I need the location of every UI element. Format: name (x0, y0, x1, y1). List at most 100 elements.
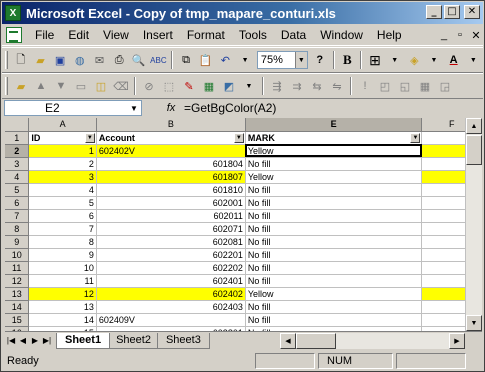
cell-id[interactable]: 2 (28, 157, 97, 171)
cell-id[interactable]: 10 (28, 261, 97, 275)
cell-id[interactable]: 5 (28, 196, 97, 210)
cell-id[interactable]: 9 (28, 248, 97, 262)
show-comment-icon[interactable]: ▭ (72, 77, 90, 95)
email-icon[interactable]: ✉ (91, 51, 109, 69)
insert-function-icon[interactable]: fx (160, 102, 182, 114)
cell-mark[interactable]: No fill (245, 157, 423, 171)
cell-account[interactable]: 602403 (96, 300, 246, 314)
cell-account[interactable]: 602202 (96, 261, 246, 275)
cell-mark[interactable]: No fill (245, 235, 423, 249)
cell-mark[interactable]: Yellow (245, 287, 423, 301)
cell-id[interactable]: 8 (28, 235, 97, 249)
bold-icon[interactable]: B (339, 51, 357, 69)
row-header[interactable]: 10 (5, 248, 30, 262)
menu-view[interactable]: View (96, 26, 136, 45)
cell-account[interactable]: 602402V (96, 144, 246, 158)
scroll-right-icon[interactable]: ▶ (449, 333, 465, 349)
autofilter-dropdown-icon[interactable]: ▼ (233, 132, 244, 143)
previous-sheet-icon[interactable]: ◀ (17, 334, 29, 348)
cell-mark[interactable]: No fill (245, 300, 423, 314)
row-header[interactable]: 12 (5, 274, 30, 288)
cell-account[interactable]: 602071 (96, 222, 246, 236)
cell-account[interactable]: 602001 (96, 196, 246, 210)
next-comment-icon[interactable]: ▼ (52, 77, 70, 95)
cell-mark[interactable]: Yellow (245, 170, 423, 184)
undo-icon[interactable]: ↶ (217, 51, 235, 69)
row-header[interactable]: 4 (5, 170, 30, 184)
row-header[interactable]: 15 (5, 313, 30, 327)
spelling-icon[interactable]: ABC (150, 51, 168, 69)
next-sheet-icon[interactable]: ▶ (29, 334, 41, 348)
autofilter-dropdown-icon[interactable]: ▼ (84, 132, 95, 143)
name-box[interactable]: E2 ▼ (4, 100, 142, 116)
vertical-scrollbar[interactable]: ▲ ▼ (465, 118, 482, 331)
row-header[interactable]: 3 (5, 157, 30, 171)
circle-invalid-icon[interactable]: ▦ (416, 77, 434, 95)
cell-id[interactable]: 11 (28, 274, 97, 288)
title-bar[interactable]: X Microsoft Excel - Copy of tmp_mapare_c… (2, 2, 483, 24)
track-changes-icon[interactable]: ⊘ (140, 77, 158, 95)
sheet-tab-sheet3[interactable]: Sheet3 (156, 332, 210, 349)
horizontal-scrollbar[interactable]: ◀ ▶ (280, 333, 465, 349)
row-header[interactable]: 14 (5, 300, 30, 314)
vertical-scroll-thumb[interactable] (466, 135, 482, 165)
row-header[interactable]: 6 (5, 196, 30, 210)
remove-arrows-icon[interactable]: ⇋ (328, 77, 346, 95)
font-color-icon[interactable]: A (445, 51, 463, 69)
end-review-icon[interactable]: ◩ (220, 77, 238, 95)
row-header[interactable]: 1 (5, 131, 30, 145)
cell-id[interactable]: 6 (28, 209, 97, 223)
cell-account[interactable]: 602401 (96, 274, 246, 288)
cell-mark[interactable]: No fill (245, 248, 423, 262)
cell-account[interactable]: 602402 (96, 287, 246, 301)
column-header-e[interactable]: E (245, 118, 423, 132)
cell-mark[interactable]: No fill (245, 209, 423, 223)
fill-dropdown-icon[interactable]: ▼ (425, 51, 443, 69)
cell-account[interactable]: 601804 (96, 157, 246, 171)
column-header-a[interactable]: A (28, 118, 97, 132)
formula-audit-icon[interactable]: ⇶ (268, 77, 286, 95)
cell-mark[interactable]: No fill (245, 274, 423, 288)
workbook-close-button[interactable]: ✕ (471, 29, 481, 42)
cell-account[interactable]: 601810 (96, 183, 246, 197)
row-header[interactable]: 8 (5, 222, 30, 236)
first-sheet-icon[interactable]: |◀ (5, 334, 17, 348)
cell-id[interactable]: 4 (28, 183, 97, 197)
menu-data[interactable]: Data (274, 26, 313, 45)
watch-window-icon[interactable]: ◰ (376, 77, 394, 95)
menu-edit[interactable]: Edit (61, 26, 96, 45)
sheet-tab-sheet1[interactable]: Sheet1 (56, 332, 111, 349)
row-header[interactable]: 2 (5, 144, 30, 158)
cell-account[interactable]: 602081 (96, 235, 246, 249)
dropdown-arrow-icon[interactable]: ▼ (236, 51, 254, 69)
workbook-restore-button[interactable]: ▫ (455, 29, 465, 42)
sheet-tab-sheet2[interactable]: Sheet2 (107, 332, 160, 349)
cell-mark[interactable]: Yellow (245, 144, 423, 158)
send-review-icon[interactable]: ✎ (180, 77, 198, 95)
trace-dependents-icon[interactable]: ⇆ (308, 77, 326, 95)
workbook-minimize-button[interactable]: _ (439, 29, 449, 42)
evaluate-formula-icon[interactable]: ◱ (396, 77, 414, 95)
cell-mark[interactable]: No fill (245, 196, 423, 210)
maximize-button[interactable]: □ (444, 5, 460, 19)
autofilter-dropdown-icon[interactable]: ▼ (410, 132, 421, 143)
column-header-b[interactable]: B (96, 118, 246, 132)
cell-mark[interactable]: No fill (245, 261, 423, 275)
name-box-dropdown-icon[interactable]: ▼ (127, 104, 141, 113)
paste-icon[interactable]: 📋 (197, 51, 215, 69)
borders-icon[interactable]: ⊞ (366, 51, 384, 69)
zoom-select[interactable]: 75% ▼ (256, 51, 308, 69)
select-all-corner[interactable] (5, 118, 30, 132)
cell-mark[interactable]: No fill (245, 222, 423, 236)
cell-id[interactable]: 1 (28, 144, 97, 158)
help-icon[interactable]: ? (311, 51, 329, 69)
excel-app-icon[interactable]: X (5, 5, 21, 21)
scroll-down-icon[interactable]: ▼ (466, 315, 482, 331)
cell-id[interactable]: 12 (28, 287, 97, 301)
toolbar-dropdown-icon[interactable]: ▼ (240, 77, 258, 95)
permission-icon[interactable]: ◍ (71, 51, 89, 69)
print-preview-icon[interactable]: 🔍 (130, 51, 148, 69)
show-all-comments-icon[interactable]: ◫ (92, 77, 110, 95)
row-header[interactable]: 5 (5, 183, 30, 197)
cell-id[interactable]: 13 (28, 300, 97, 314)
